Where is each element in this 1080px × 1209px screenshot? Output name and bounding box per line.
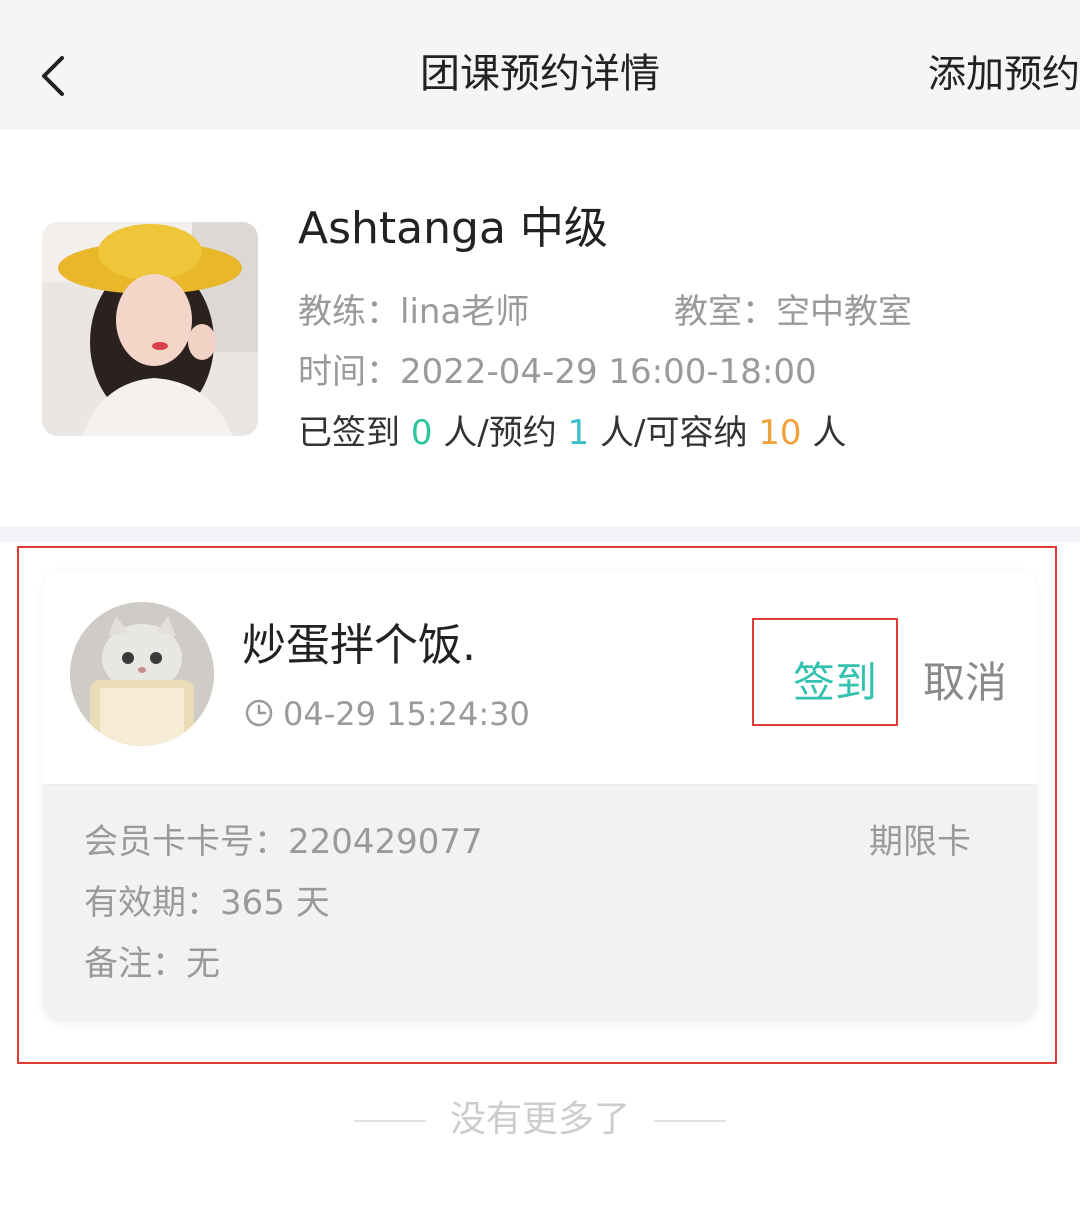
- capacity-prefix: 人/可容纳: [600, 413, 748, 453]
- stats-suffix: 人: [812, 413, 847, 453]
- attendance-stats: 已签到 0 人/预约 1 人/可容纳 10 人: [298, 413, 846, 453]
- time-info: 时间：2022-04-29 16:00-18:00: [298, 352, 817, 392]
- time-value: 2022-04-29 16:00-18:00: [400, 352, 817, 392]
- no-more-text: 没有更多了: [449, 1099, 630, 1140]
- highlight-frame-checkin: [752, 618, 898, 726]
- highlight-frame-card: [17, 546, 1057, 1064]
- page-title: 团课预约详情: [420, 51, 660, 97]
- add-booking-button[interactable]: 添加预约: [928, 50, 1080, 98]
- course-info: Ashtanga 中级 教练：lina老师 教室：空中教室 时间：2022-04…: [0, 130, 1080, 526]
- nav-bar: 团课预约详情 添加预约: [0, 0, 1080, 130]
- checked-in-count: 0: [410, 413, 433, 453]
- course-name: Ashtanga 中级: [298, 203, 608, 254]
- room-value: 空中教室: [776, 292, 912, 332]
- coach-info: 教练：lina老师: [298, 292, 529, 332]
- capacity-count: 10: [758, 413, 802, 453]
- booked-prefix: 人/预约: [443, 413, 557, 453]
- coach-value: lina老师: [400, 292, 530, 332]
- booked-count: 1: [567, 413, 590, 453]
- course-cover-image: [42, 222, 258, 436]
- time-label: 时间：: [298, 352, 400, 392]
- section-divider: [0, 526, 1080, 542]
- coach-label: 教练：: [298, 292, 400, 332]
- no-more-indicator: 没有更多了: [0, 1097, 1080, 1143]
- room-label: 教室：: [674, 292, 776, 332]
- divider-line-right: [654, 1120, 726, 1122]
- checked-in-prefix: 已签到: [298, 413, 400, 453]
- room-info: 教室：空中教室: [674, 292, 912, 332]
